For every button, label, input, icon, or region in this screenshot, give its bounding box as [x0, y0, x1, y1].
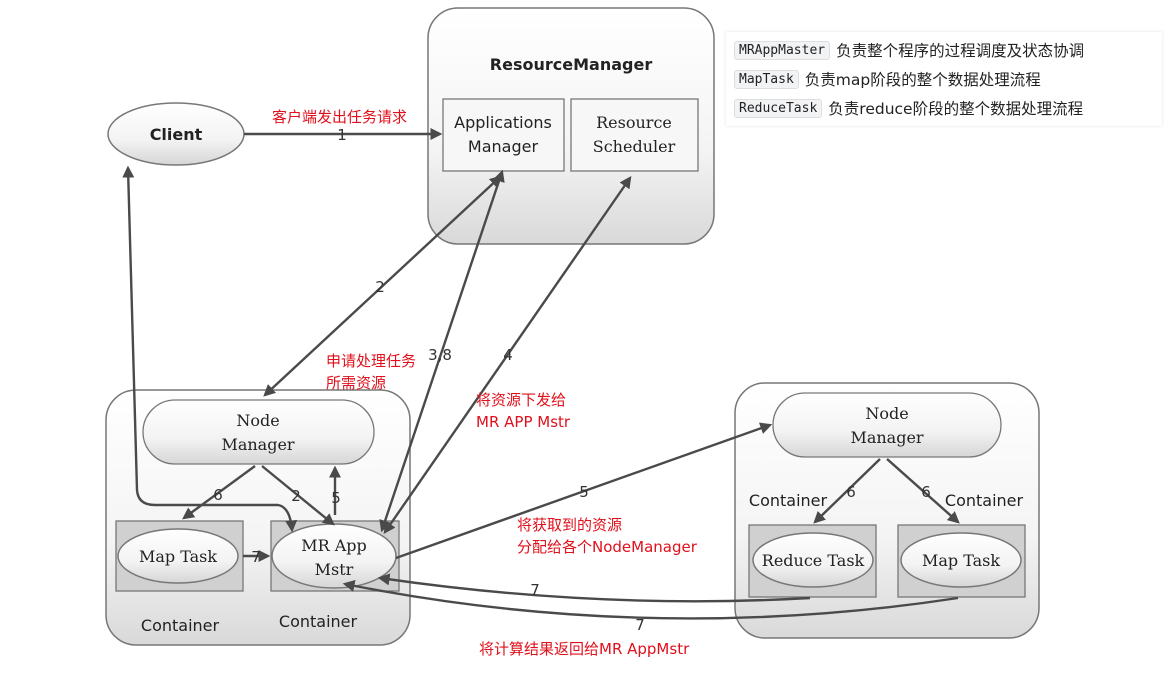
applications-manager-line1: Applications — [454, 113, 552, 132]
num-6a: 6 — [213, 486, 223, 504]
legend-row-reducetask: ReduceTask 负责reduce阶段的整个数据处理流程 — [734, 96, 1083, 120]
num-3-8: 3,8 — [428, 346, 452, 364]
num-7b: 7 — [530, 581, 540, 599]
annotation-deliver-1: 将资源下发给 — [476, 391, 566, 409]
left-node-manager: Node Manager — [142, 399, 375, 465]
num-7a: 7 — [251, 548, 261, 566]
left-node-manager-line2: Manager — [221, 435, 294, 454]
reduce-task-label: Reduce Task — [762, 551, 865, 570]
reduce-task-container: Reduce Task — [748, 524, 877, 598]
num-2b: 2 — [291, 487, 301, 505]
client-label: Client — [150, 125, 203, 144]
resource-manager-title: ResourceManager — [490, 55, 653, 74]
legend-desc-maptask: 负责map阶段的整个数据处理流程 — [804, 71, 1041, 89]
legend-code-maptask: MapTask — [734, 69, 799, 89]
annotation-apply-1: 申请处理任务 — [326, 352, 416, 370]
legend-row-mrappmaster: MRAppMaster 负责整个程序的过程调度及状态协调 — [734, 38, 1084, 62]
right-node-manager: Node Manager — [772, 392, 1002, 458]
num-5a: 5 — [331, 489, 341, 507]
client-node: Client — [107, 102, 245, 166]
num-5b: 5 — [579, 483, 589, 501]
num-7c: 7 — [635, 616, 645, 634]
mr-app-mstr-container: MR App Mstr — [270, 520, 400, 592]
right-map-task-container: Map Task — [897, 524, 1026, 598]
left-container-label-1: Container — [141, 616, 220, 635]
mr-app-mstr-line2: Mstr — [315, 560, 354, 579]
left-map-task-label: Map Task — [139, 547, 217, 566]
right-node-manager-line1: Node — [865, 404, 908, 423]
annotation-distribute-2: 分配给各个NodeManager — [517, 538, 698, 556]
annotation-distribute-1: 将获取到的资源 — [517, 516, 622, 534]
legend: MRAppMaster 负责整个程序的过程调度及状态协调 MapTask 负责m… — [726, 32, 1162, 126]
mr-app-mstr-line1: MR App — [301, 536, 367, 555]
num-6b: 6 — [846, 483, 856, 501]
resource-scheduler-line1: Resource — [596, 113, 672, 132]
left-map-task-container: Map Task — [115, 520, 244, 592]
left-node-manager-line1: Node — [236, 411, 279, 430]
applications-manager-line2: Manager — [468, 137, 539, 156]
legend-code-mrappmaster: MRAppMaster — [734, 40, 831, 60]
annotation-client-request: 客户端发出任务请求 — [272, 108, 407, 126]
legend-row-maptask: MapTask 负责map阶段的整个数据处理流程 — [734, 67, 1041, 91]
resource-manager: ResourceManager Applications Manager Res… — [427, 7, 715, 245]
resource-scheduler: Resource Scheduler — [570, 98, 699, 172]
applications-manager: Applications Manager — [442, 98, 565, 172]
num-1: 1 — [337, 126, 347, 144]
left-container-label-2: Container — [279, 612, 358, 631]
left-node: Node Manager Map Task MR App Mstr Contai… — [105, 389, 411, 646]
num-4: 4 — [503, 346, 513, 364]
right-container-label-2: Container — [945, 491, 1024, 510]
right-node-manager-line2: Manager — [850, 428, 923, 447]
annotation-return: 将计算结果返回给MR AppMstr — [479, 640, 690, 658]
num-6c: 6 — [921, 483, 931, 501]
right-map-task-label: Map Task — [922, 551, 1000, 570]
resource-scheduler-line2: Scheduler — [593, 137, 676, 156]
annotation-deliver-2: MR APP Mstr — [476, 413, 571, 431]
legend-desc-mrappmaster: 负责整个程序的过程调度及状态协调 — [836, 42, 1085, 60]
right-container-label-1: Container — [749, 491, 828, 510]
legend-code-reducetask: ReduceTask — [734, 98, 823, 118]
num-2a: 2 — [375, 278, 385, 296]
annotation-apply-2: 所需资源 — [326, 374, 386, 392]
legend-desc-reducetask: 负责reduce阶段的整个数据处理流程 — [828, 100, 1084, 118]
